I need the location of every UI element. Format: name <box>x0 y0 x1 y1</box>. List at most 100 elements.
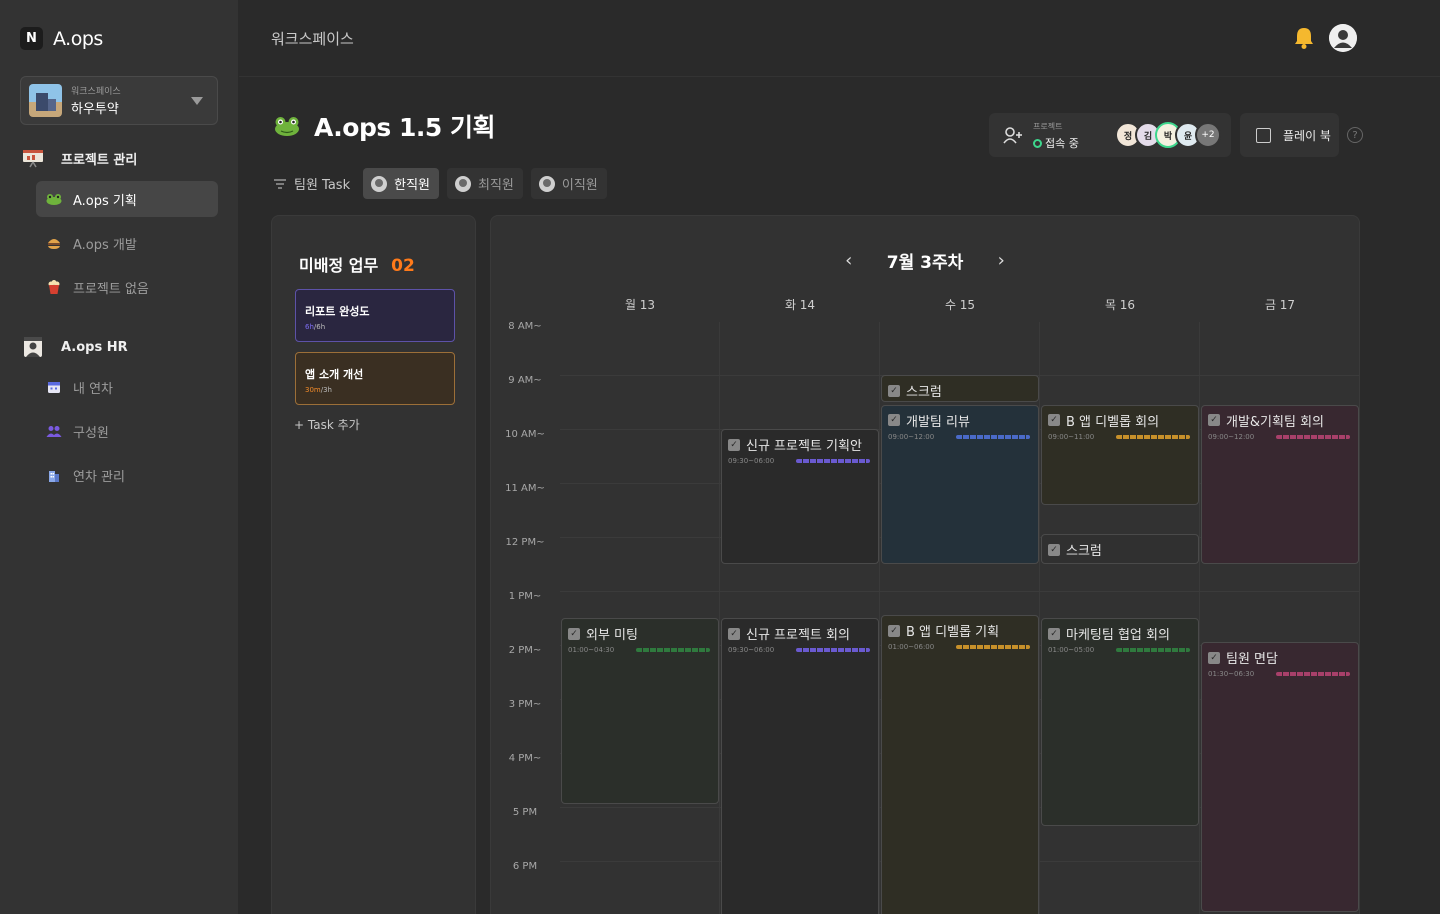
presence-panel[interactable]: 프로젝트 접속 중 정 김 박 윤 +2 <box>989 113 1231 157</box>
day-header[interactable]: 월 13 <box>560 296 720 313</box>
checkbox-checked-icon[interactable]: ✓ <box>888 624 900 637</box>
progress-bar <box>1116 434 1190 439</box>
calendar-event[interactable]: ✓ 신규 프로젝트 기획안 09:30~06:00 <box>721 429 879 564</box>
calendar-event[interactable]: ✓ 스크럼 <box>1041 534 1199 564</box>
sidebar-item-label: 프로젝트 없음 <box>73 281 149 297</box>
progress-bar <box>636 648 710 652</box>
filter-icon <box>274 178 286 189</box>
day-divider <box>1039 322 1040 914</box>
time-label: 6 PM <box>512 861 538 872</box>
time-label: 3 PM~ <box>508 699 542 710</box>
hour-line <box>560 591 1359 592</box>
day-header[interactable]: 금 17 <box>1200 296 1359 313</box>
checkbox-checked-icon[interactable]: ✓ <box>1048 543 1060 556</box>
chevron-right-icon[interactable]: › <box>991 250 1011 271</box>
event-time: 09:00~12:00 <box>1208 432 1255 441</box>
checkbox-checked-icon[interactable]: ✓ <box>888 384 900 397</box>
member-chip-han[interactable]: 한직원 <box>363 168 439 199</box>
task-name: 앱 소개 개선 <box>305 368 364 381</box>
sidebar-item-my-leave[interactable]: 내 연차 <box>36 369 218 405</box>
calendar-event[interactable]: ✓ B 앱 디벨롭 기획 01:00~06:00 <box>881 615 1039 914</box>
calendar-event[interactable]: ✓ B 앱 디벨롭 회의 09:00~11:00 <box>1041 404 1199 505</box>
event-time: 09:30~06:00 <box>728 457 775 465</box>
time-label: 9 AM~ <box>508 375 542 386</box>
event-time: 09:00~11:00 <box>1048 432 1095 441</box>
member-chip-lee[interactable]: 이직원 <box>530 168 607 199</box>
event-time: 01:30~06:30 <box>1208 670 1255 679</box>
sidebar-item-label: 연차 관리 <box>73 469 125 485</box>
people-icon <box>46 423 62 439</box>
unassigned-title: 미배정 업무 02 <box>299 252 415 276</box>
breadcrumb[interactable]: 워크스페이스 <box>271 28 354 49</box>
employee-badge-icon <box>22 336 44 358</box>
online-dot-icon <box>1033 138 1042 148</box>
checkbox-checked-icon[interactable]: ✓ <box>568 627 580 640</box>
filter-label[interactable]: 팀원 Task <box>274 174 350 193</box>
sidebar-item-aops-planning[interactable]: A.ops 기획 <box>36 181 218 217</box>
sidebar-item-label: 내 연차 <box>73 381 114 397</box>
presence-status: 접속 중 <box>1033 135 1079 151</box>
task-name: 리포트 완성도 <box>305 305 370 318</box>
calendar-event[interactable]: ✓ 외부 미팅 01:00~04:30 <box>561 618 719 805</box>
member-chip-label: 최직원 <box>478 178 514 193</box>
unassigned-title-text: 미배정 업무 <box>299 256 379 275</box>
sidebar-item-members[interactable]: 구성원 <box>36 413 218 449</box>
user-avatar-icon[interactable] <box>1329 24 1357 52</box>
checkbox-checked-icon[interactable]: ✓ <box>728 438 740 451</box>
day-divider <box>879 322 880 914</box>
frog-icon <box>46 191 62 207</box>
event-title: 신규 프로젝트 기획안 <box>746 439 862 454</box>
calendar-event[interactable]: ✓ 팀원 면담 01:30~06:30 <box>1201 642 1359 913</box>
add-task-button[interactable]: + Task 추가 <box>294 416 360 433</box>
app-logo[interactable]: N A.ops <box>20 27 103 50</box>
checkbox-checked-icon[interactable]: ✓ <box>1208 651 1220 664</box>
sidebar-item-aops-dev[interactable]: A.ops 개발 <box>36 225 218 261</box>
task-card[interactable]: 앱 소개 개선 30m/3h <box>295 352 455 405</box>
event-title: 스크럼 <box>906 385 942 400</box>
calendar-event[interactable]: ✓ 스크럼 <box>881 375 1039 402</box>
event-title: B 앱 디벨롭 회의 <box>1066 414 1160 430</box>
calendar-event[interactable]: ✓ 신규 프로젝트 회의 09:30~06:00 <box>721 618 879 914</box>
day-header[interactable]: 수 15 <box>880 296 1040 313</box>
checkbox-checked-icon[interactable]: ✓ <box>728 627 740 640</box>
event-time: 09:00~12:00 <box>888 432 935 441</box>
event-time: 01:00~06:00 <box>888 643 935 652</box>
section-project-management[interactable]: 프로젝트 관리 <box>22 147 137 169</box>
member-chip-choi[interactable]: 최직원 <box>447 168 523 199</box>
presence-status-text: 접속 중 <box>1045 137 1079 150</box>
section-label: A.ops HR <box>61 339 128 355</box>
task-card[interactable]: 리포트 완성도 6h/6h <box>295 289 455 342</box>
time-label: 2 PM~ <box>508 645 542 656</box>
playbook-label: 플레이 북 <box>1283 128 1331 143</box>
time-label: 12 PM~ <box>505 537 545 548</box>
calendar-event[interactable]: ✓ 개발&기획팀 회의 09:00~12:00 <box>1201 404 1359 564</box>
checkbox-checked-icon[interactable]: ✓ <box>1048 414 1060 427</box>
checkbox-checked-icon[interactable]: ✓ <box>888 414 900 427</box>
add-user-icon[interactable] <box>1003 126 1023 144</box>
unassigned-count: 02 <box>391 256 415 276</box>
time-label: 1 PM~ <box>508 591 542 602</box>
sidebar-item-no-project[interactable]: 프로젝트 없음 <box>36 269 218 305</box>
member-filter: 팀원 Task 한직원 최직원 이직원 <box>274 168 615 199</box>
calendar-event[interactable]: ✓ 마케팅팀 협업 회의 01:00~05:00 <box>1041 618 1199 826</box>
event-time: 01:00~05:00 <box>1048 646 1095 654</box>
avatar-stack[interactable]: 정 김 박 윤 +2 <box>1115 122 1221 148</box>
task-time: 30m/3h <box>305 386 332 394</box>
project-header: A.ops 1.5 기획 <box>274 108 495 144</box>
day-header[interactable]: 목 16 <box>1040 296 1200 313</box>
chevron-left-icon[interactable]: ‹ <box>839 250 859 271</box>
checkbox-checked-icon[interactable]: ✓ <box>1048 627 1060 640</box>
time-label: 10 AM~ <box>505 429 545 440</box>
filter-label-text: 팀원 Task <box>294 178 351 193</box>
calendar-event[interactable]: ✓ 개발팀 리뷰 09:00~12:00 <box>881 404 1039 564</box>
playbook-button[interactable]: 플레이 북 <box>1240 113 1339 157</box>
event-time: 01:00~04:30 <box>568 646 615 654</box>
day-header[interactable]: 화 14 <box>720 296 880 313</box>
workspace-select[interactable]: 워크스페이스 하우투약 <box>20 76 218 125</box>
section-aops-hr[interactable]: A.ops HR <box>22 336 128 358</box>
help-icon[interactable]: ? <box>1347 127 1363 143</box>
sidebar-item-leave-management[interactable]: 연차 관리 <box>36 457 218 493</box>
bell-icon[interactable] <box>1293 26 1315 50</box>
checkbox-checked-icon[interactable]: ✓ <box>1208 414 1220 427</box>
progress-bar <box>796 459 870 463</box>
